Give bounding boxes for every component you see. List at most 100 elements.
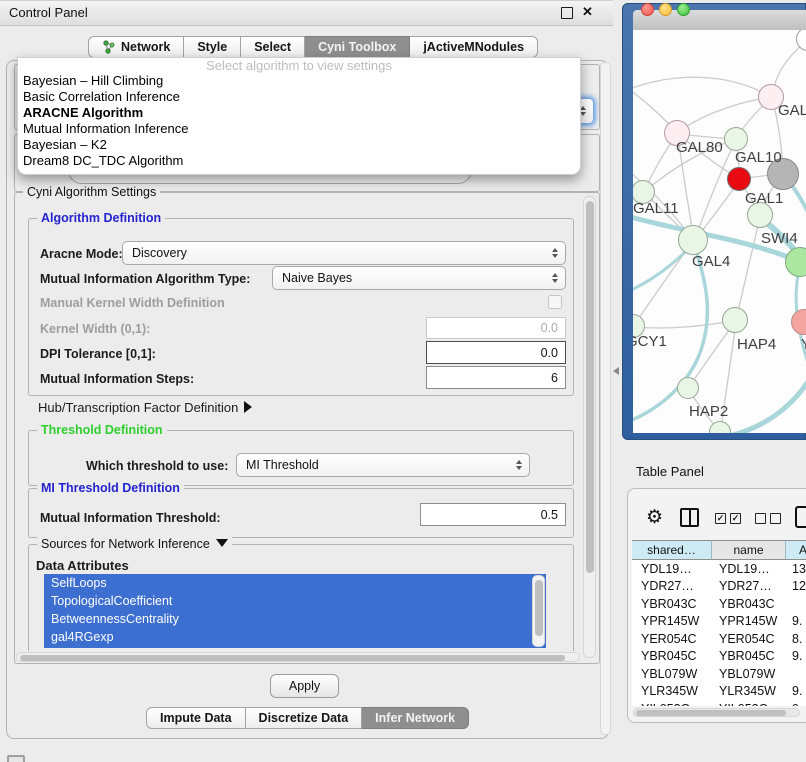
column-header-shared[interactable]: shared… (632, 540, 712, 560)
zoom-traffic-icon[interactable] (677, 3, 690, 16)
column-header-partial[interactable]: A (786, 540, 806, 560)
list-item[interactable]: BetweennessCentrality (44, 610, 546, 628)
gear-icon[interactable]: ⚙ (646, 506, 663, 529)
list-item[interactable]: TopologicalCoefficient (44, 592, 546, 610)
tab-network[interactable]: Network (88, 36, 184, 58)
mi-steps-field[interactable]: 6 (426, 366, 566, 389)
table-row[interactable]: YER054C YER054C 8. (632, 630, 806, 648)
unchecked-checkbox-icon[interactable] (755, 513, 766, 524)
list-item[interactable]: SelfLoops (44, 574, 546, 592)
mi-steps-value: 6 (551, 371, 558, 385)
collapse-down-icon[interactable] (216, 539, 228, 547)
unchecked-checkbox-icon[interactable] (770, 513, 781, 524)
close-traffic-icon[interactable] (641, 3, 654, 16)
table-row[interactable]: YBL079W YBL079W (632, 665, 806, 683)
mi-type-combo[interactable]: Naive Bayes (272, 266, 566, 290)
splitter-grip-icon[interactable] (613, 367, 619, 375)
apply-button[interactable]: Apply (270, 674, 339, 698)
panel-title: Control Panel (9, 5, 88, 20)
tab-infer-network[interactable]: Infer Network (362, 707, 469, 729)
tab-cyni-toolbox[interactable]: Cyni Toolbox (305, 36, 410, 58)
node-gal4[interactable] (678, 225, 708, 255)
tab-select-label: Select (254, 40, 291, 54)
tab-jactivemnodules[interactable]: jActiveMNodules (410, 36, 538, 58)
cell-shared: YIL052C (632, 702, 712, 706)
cell-name: YBR043C (712, 597, 786, 611)
table-hscrollbar-thumb[interactable] (636, 710, 786, 716)
node-hap4[interactable] (722, 307, 748, 333)
network-icon (102, 40, 116, 54)
cell-shared: YPR145W (632, 614, 712, 628)
tab-network-label: Network (121, 40, 170, 54)
cell-name: YER054C (712, 632, 786, 646)
stepper-icon (552, 248, 558, 258)
cell-shared: YBL079W (632, 667, 712, 681)
expand-right-icon[interactable] (244, 401, 252, 413)
cell-value: 13 (786, 562, 806, 576)
node-hap2[interactable] (677, 377, 699, 399)
table-hscrollbar[interactable] (633, 708, 800, 717)
settings-vscrollbar[interactable] (583, 196, 596, 658)
table-row[interactable]: YDL19… YDL19… 13 (632, 560, 806, 578)
node-gal10[interactable] (724, 127, 748, 151)
minimize-traffic-icon[interactable] (659, 3, 672, 16)
panel-vscrollbar[interactable] (600, 62, 611, 735)
sources-group-title[interactable]: Sources for Network Inference (37, 537, 232, 551)
tab-infer-network-label: Infer Network (375, 711, 455, 725)
stepper-icon (552, 273, 558, 283)
node-label: HAP2 (689, 403, 728, 420)
which-threshold-combo[interactable]: MI Threshold (236, 453, 530, 477)
which-threshold-value: MI Threshold (246, 458, 319, 472)
hub-definition-label[interactable]: Hub/Transcription Factor Definition (38, 400, 252, 415)
checked-checkbox-icon[interactable]: ✓ (730, 513, 741, 524)
list-scrollbar-thumb[interactable] (535, 580, 543, 636)
cell-name: YLR345W (712, 684, 786, 698)
hub-definition-text: Hub/Transcription Factor Definition (38, 400, 238, 415)
tab-discretize-data-label: Discretize Data (259, 711, 349, 725)
algorithm-option[interactable]: Bayesian – K2 (18, 137, 580, 153)
table-row[interactable]: YDR27… YDR27… 12 (632, 578, 806, 596)
settings-hscrollbar-thumb[interactable] (20, 655, 565, 662)
list-item[interactable]: gal4RGexp (44, 628, 546, 646)
screen: Control Panel ✕ Network Style Select Cyn… (0, 0, 806, 762)
algorithm-dropdown-popup: Select algorithm to view settings Bayesi… (17, 57, 581, 175)
cell-value: 9. (786, 614, 806, 628)
tab-style[interactable]: Style (184, 36, 241, 58)
tab-select[interactable]: Select (241, 36, 305, 58)
table-row[interactable]: YBR043C YBR043C (632, 595, 806, 613)
document-icon[interactable] (795, 506, 806, 528)
algorithm-option[interactable]: Bayesian – Hill Climbing (18, 73, 580, 89)
tab-impute-data[interactable]: Impute Data (146, 707, 246, 729)
dpi-tolerance-field[interactable]: 0.0 (426, 341, 566, 364)
tab-discretize-data[interactable]: Discretize Data (246, 707, 363, 729)
algorithm-option[interactable]: Dream8 DC_TDC Algorithm (18, 153, 580, 169)
dropdown-prompt: Select algorithm to view settings (18, 58, 580, 73)
list-scrollbar[interactable] (532, 575, 545, 647)
table-row[interactable]: YIL052C YIL052C 9 (632, 700, 806, 706)
algorithm-option-selected[interactable]: ARACNE Algorithm (18, 105, 580, 121)
node-gal1-red[interactable] (727, 167, 751, 191)
algorithm-option[interactable]: Basic Correlation Inference (18, 89, 580, 105)
close-icon[interactable]: ✕ (582, 4, 593, 20)
bottom-tabbar: Impute Data Discretize Data Infer Networ… (146, 707, 469, 729)
tab-cyni-toolbox-label: Cyni Toolbox (318, 40, 396, 54)
cell-value: 9. (786, 649, 806, 663)
table-row[interactable]: YBR045C YBR045C 9. (632, 648, 806, 666)
column-layout-icon[interactable] (680, 508, 699, 527)
network-canvas[interactable]: GAL GAL80 GAL10 GAL1 GAL11 SWI4 GAL4 GCY… (633, 30, 806, 433)
checked-checkbox-icon[interactable]: ✓ (715, 513, 726, 524)
network-window-titlebar[interactable] (633, 10, 806, 31)
settings-hscrollbar[interactable] (16, 652, 580, 662)
aracne-mode-combo[interactable]: Discovery (122, 241, 566, 265)
settings-vscrollbar-thumb[interactable] (586, 201, 594, 573)
column-header-name[interactable]: name (712, 540, 786, 560)
kernel-width-field[interactable]: 0.0 (426, 317, 566, 339)
kernel-width-label: Kernel Width (0,1): (40, 322, 150, 336)
manual-kernel-checkbox[interactable] (548, 295, 562, 309)
table-row[interactable]: YPR145W YPR145W 9. (632, 613, 806, 631)
table-row[interactable]: YLR345W YLR345W 9. (632, 683, 806, 701)
mi-threshold-field[interactable]: 0.5 (420, 503, 566, 526)
float-window-icon[interactable] (561, 7, 573, 19)
algorithm-option[interactable]: Mutual Information Inference (18, 121, 580, 137)
partial-widget-icon[interactable] (7, 755, 25, 762)
